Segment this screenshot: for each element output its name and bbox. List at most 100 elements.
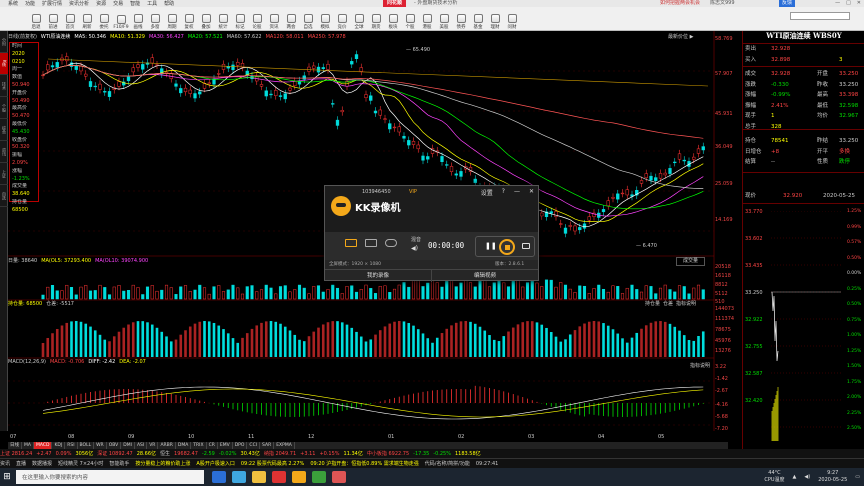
kk-account[interactable]: 103946450 — [362, 189, 391, 195]
toolbar-button[interactable]: 个股 — [402, 8, 418, 30]
ticker-item[interactable]: 恒生 — [160, 450, 170, 457]
ticker-item[interactable]: 0.09% — [56, 451, 72, 457]
news-item[interactable]: 数据播报 — [32, 460, 52, 467]
toolbar-button[interactable]: 全球 — [351, 8, 367, 30]
news-item[interactable]: A股开户极速入口 — [196, 460, 234, 467]
ticker-item[interactable]: -0.25% — [433, 451, 451, 457]
indicator-tab[interactable]: CR — [207, 442, 218, 449]
news-item[interactable]: 短线精灵 7×24小时 — [58, 460, 103, 467]
edge-icon[interactable] — [232, 471, 246, 483]
network-icon[interactable]: ▲ — [793, 474, 797, 480]
taskview-icon[interactable] — [212, 471, 226, 483]
menu-item[interactable]: 交易 — [113, 0, 123, 7]
ticker-item[interactable]: +2.47 — [36, 451, 51, 457]
kk-minimize-button[interactable]: — — [514, 188, 520, 197]
toolbar-button[interactable]: 板块 — [385, 8, 401, 30]
app-icon[interactable] — [332, 471, 346, 483]
minimize-button[interactable]: — — [835, 0, 840, 7]
toolbar-button[interactable]: 期货 — [368, 8, 384, 30]
toolbar-button[interactable]: 资讯 — [266, 8, 282, 30]
menu-item[interactable]: 工具 — [147, 0, 157, 7]
indicator-tab[interactable]: EMV — [218, 442, 233, 449]
indicator-tab[interactable]: SAR — [260, 442, 275, 449]
indicator-tab[interactable]: BOLL — [78, 442, 95, 449]
toolbar-button[interactable]: 委托 — [96, 8, 112, 30]
left-tab[interactable]: 分时 — [0, 31, 8, 53]
left-tab[interactable]: 个股 — [0, 97, 8, 119]
ticker-item[interactable]: 19682.47 — [174, 451, 198, 457]
indicator-tab[interactable]: MA — [22, 442, 34, 449]
feedback-button[interactable]: 反馈 — [779, 0, 796, 7]
left-tab[interactable]: 资讯 — [0, 141, 8, 163]
ticker-item[interactable]: 中小板指 6922.75 — [367, 450, 409, 457]
maximize-button[interactable]: □ — [846, 0, 851, 7]
toolbar-button[interactable]: 问财 — [504, 8, 520, 30]
indicator-tab[interactable]: 日线 — [8, 442, 22, 449]
ticker-item[interactable]: 1183.58亿 — [455, 450, 481, 457]
volume-icon[interactable]: ◀) — [804, 474, 810, 480]
ticker-item[interactable]: 纳指 2049.71 — [264, 450, 296, 457]
indicator-tab[interactable]: KDJ — [52, 442, 66, 449]
menu-item[interactable]: 资源 — [96, 0, 106, 7]
indicator-tab[interactable]: ASI — [135, 442, 148, 449]
ticker-item[interactable]: -0.02% — [219, 451, 237, 457]
menu-item[interactable]: 帮助 — [164, 0, 174, 7]
oi-legend-item[interactable]: 持仓量 — [645, 300, 660, 308]
kk-game-mode-icon[interactable] — [385, 239, 397, 247]
oi-legend-item[interactable]: 仓差 — [663, 300, 673, 308]
tick-chart[interactable] — [771, 211, 841, 441]
tray-clock[interactable]: 9:27 2020-05-25 — [818, 470, 847, 484]
macd-help-link[interactable]: 指标说明 — [690, 362, 710, 369]
left-tab[interactable]: K线 — [0, 53, 8, 75]
indicator-tab[interactable]: EXPMA — [274, 442, 295, 449]
indicator-tab[interactable]: WR — [94, 442, 107, 449]
ticker-item[interactable]: 11.34亿 — [344, 450, 363, 457]
windows-start-icon[interactable]: ⊞ — [0, 468, 14, 486]
indicator-tab[interactable]: OBV — [107, 442, 122, 449]
volume-dropdown[interactable]: 成交量 — [676, 257, 706, 266]
toolbar-button[interactable]: 两会 — [283, 8, 299, 30]
indicator-tab[interactable]: ARBR — [158, 442, 176, 449]
toolbar-button[interactable]: 标记 — [232, 8, 248, 30]
toolbar-button[interactable]: 统计 — [215, 8, 231, 30]
toolbar-button[interactable]: F10/F9 — [113, 8, 129, 30]
kk-region-mode-icon[interactable] — [365, 239, 377, 247]
ticker-item[interactable]: 3056亿 — [76, 450, 94, 457]
ticker-item[interactable]: +0.15% — [319, 451, 339, 457]
user-name[interactable]: 陈志文999 — [710, 0, 735, 7]
toolbar-search-box[interactable] — [790, 12, 850, 20]
menu-item[interactable]: 智能 — [130, 0, 140, 7]
kk-vip-badge[interactable]: VIP — [409, 189, 417, 195]
ticker-item[interactable]: 30.43亿 — [241, 450, 260, 457]
tonghuashun-icon[interactable] — [272, 471, 286, 483]
menu-item[interactable]: 资讯分析 — [69, 0, 89, 7]
kk-camera-icon[interactable] — [522, 243, 530, 249]
oi-legend-item[interactable]: 指标说明 — [676, 300, 696, 308]
kk-edit-video-button[interactable]: 编辑视频 — [431, 269, 538, 282]
toolbar-button[interactable]: 港股 — [419, 8, 435, 30]
kk-settings-button[interactable]: 设置 — [481, 188, 493, 197]
toolbar-button[interactable]: 前进 — [45, 8, 61, 30]
ticker-item[interactable]: +3.11 — [300, 451, 315, 457]
news-item[interactable]: 09:22 股票代码最高 2.27% — [241, 460, 304, 467]
news-item[interactable]: 09:20 沪指开盘：恒指低0.89% 需求端生物走强 — [310, 460, 418, 467]
toolbar-button[interactable]: 周期 — [164, 8, 180, 30]
left-tab[interactable]: 自选 — [0, 185, 8, 207]
kk-pause-icon[interactable]: ❚❚ — [485, 242, 497, 250]
toolbar-button[interactable]: 债券 — [453, 8, 469, 30]
news-item[interactable]: 09:27:41 — [476, 461, 498, 467]
kk-fullscreen-mode-icon[interactable] — [345, 239, 357, 247]
news-item[interactable]: 智能助手 — [109, 460, 129, 467]
indicator-tab[interactable]: TRIX — [191, 442, 207, 449]
ticker-item[interactable]: -2.59 — [202, 451, 215, 457]
toolbar-button[interactable]: 基金 — [470, 8, 486, 30]
taskbar-search-input[interactable]: 在这里输入你要搜索的内容 — [16, 470, 204, 484]
ticker-item[interactable]: 28.66亿 — [137, 450, 156, 457]
indicator-tab[interactable]: DMA — [176, 442, 192, 449]
menu-item[interactable]: 系统 — [8, 0, 18, 7]
kk-close-button[interactable]: ✕ — [529, 188, 534, 197]
indicator-tab[interactable]: VR — [147, 442, 159, 449]
indicator-tab[interactable]: DMI — [121, 442, 135, 449]
kk-recorder-icon[interactable] — [292, 471, 306, 483]
left-tab[interactable]: 上证 — [0, 163, 8, 185]
